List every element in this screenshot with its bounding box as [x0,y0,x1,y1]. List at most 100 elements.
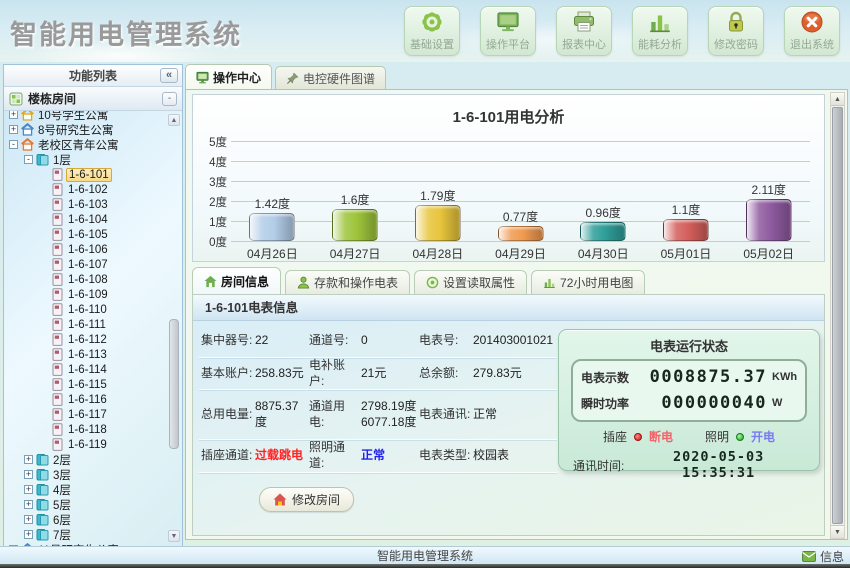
tree-item[interactable]: +5层 [4,497,182,512]
footer-info-button[interactable]: 信息 [802,547,844,565]
expand-icon[interactable]: + [24,455,33,464]
toolbar-button-label: 报表中心 [562,36,606,52]
tree-item[interactable]: +2层 [4,452,182,467]
sidebar-section-buildings[interactable]: 楼栋房间 - [4,87,182,111]
x-tick-label: 05月01日 [645,245,728,262]
exit-icon [800,10,824,34]
expand-icon[interactable]: + [24,530,33,539]
scrollbar-thumb[interactable] [832,107,843,524]
chart-plot: 5度4度3度2度1度0度 1.42度1.6度1.79度0.77度0.96度1.1… [231,141,810,241]
tree-item[interactable]: +3层 [4,467,182,482]
bar-value-label: 0.96度 [586,204,621,221]
field-label: 总用电量: [199,390,253,439]
table-row: 基本账户:258.83元电补账户:21元总余额:279.83元 [199,358,557,390]
x-tick-label: 04月26日 [231,245,314,262]
tree-item-label: 1-6-110 [66,304,109,316]
meter-status-title: 电表运行状态 [559,336,819,355]
y-tick-label: 1度 [199,214,227,230]
expand-icon[interactable]: + [24,470,33,479]
tree-item-label: 1-6-108 [66,274,110,286]
tree-item[interactable]: +10号学生公寓 [4,111,182,122]
tree-item-label: 7层 [51,527,73,543]
sidebar: 功能列表 « 楼栋房间 - +10号学生公寓+8号研究生公寓-老校区青年公寓-1… [3,64,183,546]
tab-set-read-attrs[interactable]: 设置读取属性 [414,270,527,294]
bar [580,222,626,241]
socket-label: 插座 [603,428,627,445]
channel-status-line: 插座 断电 照明 开电 [559,428,819,445]
tree-item[interactable]: +4层 [4,482,182,497]
main-scrollbar[interactable]: ▲ ▼ [830,92,845,539]
field-value: 过载跳电 [253,440,307,472]
expand-icon[interactable]: + [24,500,33,509]
expand-icon[interactable]: + [9,125,18,134]
tree-item[interactable]: +8号研究生公寓 [4,122,182,137]
field-value: 0 [359,325,417,357]
scroll-down-icon[interactable]: ▼ [168,530,180,542]
toolbar-button-operation-platform[interactable]: 操作平台 [480,6,536,56]
tree-item[interactable]: 1-6-110 [4,302,182,317]
meter-status-panel: 电表运行状态 电表示数0008875.37KWh瞬时功率000000040W 插… [558,329,820,471]
room-icon [51,303,64,316]
tree-item[interactable]: 1-6-104 [4,212,182,227]
expand-icon[interactable]: + [24,485,33,494]
tree-item[interactable]: 1-6-111 [4,317,182,332]
room-icon [51,393,64,406]
scroll-up-icon[interactable]: ▲ [168,114,180,126]
tree-item[interactable]: 1-6-117 [4,407,182,422]
tab-hardware-map[interactable]: 电控硬件图谱 [275,66,386,89]
table-row: 插座通道:过载跳电照明通道:正常电表类型:校园表 [199,440,557,473]
field-value: 201403001021 [471,325,557,357]
bar-group: 2.11度 [727,181,810,241]
tree-item[interactable]: 1-6-118 [4,422,182,437]
meter-info-header: 1-6-101电表信息 [193,295,824,321]
section-collapse-icon[interactable]: - [162,92,177,106]
tree-item[interactable]: -老校区青年公寓 [4,137,182,152]
tree-item[interactable]: 1-6-102 [4,182,182,197]
tree-item[interactable]: 1-6-109 [4,287,182,302]
scroll-up-icon[interactable]: ▲ [831,93,844,106]
tree-item[interactable]: 1-6-115 [4,377,182,392]
scroll-down-icon[interactable]: ▼ [831,525,844,538]
collapse-icon[interactable]: - [24,155,33,164]
tree-item[interactable]: -1层 [4,152,182,167]
tree-item[interactable]: 1-6-112 [4,332,182,347]
tree-item[interactable]: 1-6-113 [4,347,182,362]
tree-item[interactable]: 1-6-119 [4,437,182,452]
tab-operation-center[interactable]: 操作中心 [185,64,272,89]
tree-item[interactable]: +6层 [4,512,182,527]
sidebar-scrollbar[interactable]: ▲ ▼ [167,112,181,544]
lcd-row-label: 瞬时功率 [581,395,635,412]
y-tick-label: 4度 [199,154,227,170]
tree-item[interactable]: 1-6-103 [4,197,182,212]
tree-item[interactable]: 1-6-116 [4,392,182,407]
tree-item[interactable]: 1-6-101 [4,167,182,182]
toolbar-button-change-password[interactable]: 修改密码 [708,6,764,56]
modify-room-button[interactable]: 修改房间 [259,487,354,512]
tree-item-label: 4层 [51,482,73,498]
toolbar-button-exit-system[interactable]: 退出系统 [784,6,840,56]
comm-time-value: 2020-05-03 15:35:31 [632,449,805,481]
toolbar-button-report-center[interactable]: 报表中心 [556,6,612,56]
floor-icon [36,468,49,481]
expand-icon[interactable]: + [24,515,33,524]
y-tick-label: 2度 [199,194,227,210]
tree-item[interactable]: 1-6-114 [4,362,182,377]
tree-item[interactable]: 1-6-108 [4,272,182,287]
y-tick-label: 0度 [199,234,227,250]
tab-room-info[interactable]: 房间信息 [192,267,281,294]
tree-item[interactable]: +7层 [4,527,182,542]
expand-icon[interactable]: + [9,111,18,119]
tab-usage-72h-chart[interactable]: 72小时用电图 [531,270,645,294]
tree-item[interactable]: 1-6-106 [4,242,182,257]
tree-item[interactable]: 1-6-105 [4,227,182,242]
x-tick-label: 04月27日 [314,245,397,262]
tree-item[interactable]: 1-6-107 [4,257,182,272]
tab-deposit-operate-meter[interactable]: 存款和操作电表 [285,270,410,294]
collapse-sidebar-button[interactable]: « [160,68,178,83]
toolbar-button-energy-analysis[interactable]: 能耗分析 [632,6,688,56]
collapse-icon[interactable]: - [9,140,18,149]
toolbar-button-basic-settings[interactable]: 基础设置 [404,6,460,56]
scrollbar-thumb[interactable] [169,319,179,449]
house-yellow-icon [21,111,34,121]
field-label: 总余额: [417,358,471,389]
